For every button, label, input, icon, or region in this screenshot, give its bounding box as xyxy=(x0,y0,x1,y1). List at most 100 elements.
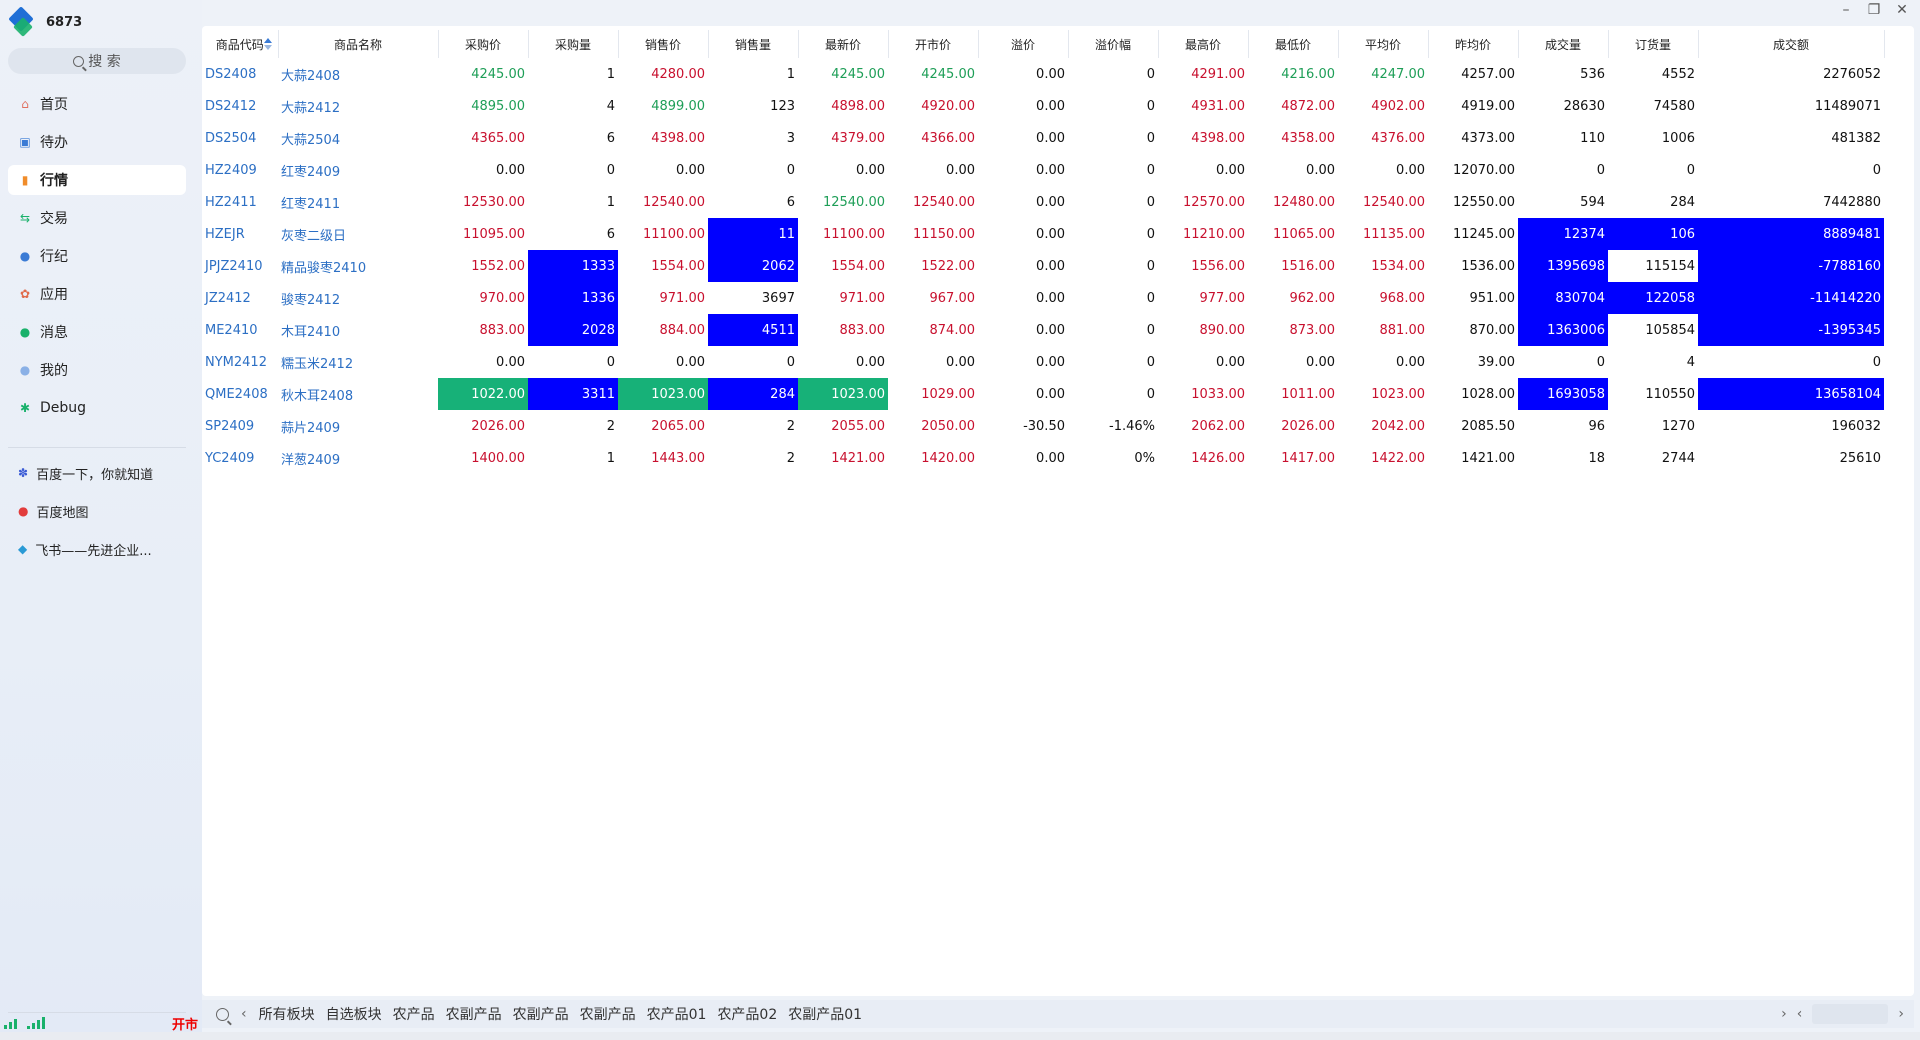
search-label: 搜 索 xyxy=(88,54,121,70)
column-header[interactable]: 溢价幅 xyxy=(1068,30,1159,58)
column-header[interactable]: 销售价 xyxy=(618,30,709,58)
table-cell: 1028.00 xyxy=(1461,386,1515,402)
market-icon: ▮ xyxy=(21,173,29,187)
column-header[interactable]: 最新价 xyxy=(798,30,889,58)
table-cell: 1 xyxy=(786,66,795,82)
table-cell: 12540.00 xyxy=(912,194,975,210)
table-row[interactable]: DS2504 大蒜2504 4365.00 6 4398.00 3 4379.00 4366.… xyxy=(202,122,1884,154)
sidebar-item-4[interactable]: ● 行纪 xyxy=(8,241,186,271)
column-header[interactable]: 商品代码 xyxy=(202,30,279,58)
sector-tab[interactable]: 农产品02 xyxy=(717,1004,777,1024)
sidebar-item-8[interactable]: ✱ Debug xyxy=(8,393,186,423)
table-row[interactable]: HZEJR 灰枣二级日 11095.00 6 11100.00 11 11100.00 111… xyxy=(202,218,1884,250)
table-row[interactable]: JZ2412 骏枣2412 970.00 1336 971.00 3697 971.00 96… xyxy=(202,282,1884,314)
table-row[interactable]: QME2408 秋木耳2408 1022.00 3311 1023.00 284 1023.… xyxy=(202,378,1884,410)
column-header[interactable]: 销售量 xyxy=(708,30,799,58)
table-row[interactable]: JPJZ2410 精品骏枣2410 1552.00 1333 1554.00 2062 15… xyxy=(202,250,1884,282)
hscroll-right-icon[interactable]: › xyxy=(1898,1006,1904,1022)
search-box[interactable]: 搜 索 xyxy=(8,48,186,74)
sector-tab[interactable]: 农副产品 xyxy=(446,1004,502,1024)
sector-tab[interactable]: 所有板块 xyxy=(259,1004,315,1024)
minimize-icon[interactable]: – xyxy=(1838,2,1854,18)
sidebar: 6873 搜 索 ⌂ 首页 ▣ 待办 ▮ 行情 ⇆ 交易 ● 行纪 ✿ 应用 ● 消息 ● 我的 ✱ Debug … xyxy=(0,0,202,1040)
sector-tab[interactable]: 农副产品 xyxy=(513,1004,569,1024)
sidebar-item-6[interactable]: ● 消息 xyxy=(8,317,186,347)
table-cell: 0% xyxy=(1134,450,1155,466)
table-cell: 2055.00 xyxy=(831,418,885,434)
table-row[interactable]: DS2412 大蒜2412 4895.00 4 4899.00 123 4898.00 492… xyxy=(202,90,1884,122)
column-header[interactable]: 订货量 xyxy=(1608,30,1699,58)
table-cell: 0.00 xyxy=(1396,354,1425,370)
sector-tab[interactable]: 农副产品 xyxy=(580,1004,636,1024)
sort-icon[interactable] xyxy=(263,38,272,50)
table-cell: 8889481 xyxy=(1698,218,1884,250)
table-cell: -7788160 xyxy=(1698,250,1884,282)
table-cell: 0 xyxy=(1146,322,1155,338)
table-cell: 971.00 xyxy=(659,290,706,306)
column-header[interactable]: 成交量 xyxy=(1518,30,1609,58)
table-cell: 110 xyxy=(1580,130,1605,146)
bookmark-item[interactable]: ◆ 飞书——先进企业... xyxy=(8,534,186,564)
column-header-label: 成交额 xyxy=(1772,37,1809,52)
column-header[interactable]: 最低价 xyxy=(1248,30,1339,58)
table-cell: 12540.00 xyxy=(642,194,705,210)
sector-tab[interactable]: 农副产品01 xyxy=(788,1004,862,1024)
table-cell: 大蒜2408 xyxy=(281,68,341,84)
column-header[interactable]: 采购价 xyxy=(438,30,529,58)
table-cell: 0 xyxy=(1146,258,1155,274)
column-header[interactable]: 最高价 xyxy=(1158,30,1249,58)
column-header-label: 最新价 xyxy=(824,37,861,52)
column-header[interactable]: 溢价 xyxy=(978,30,1069,58)
table-cell: 4902.00 xyxy=(1371,98,1425,114)
table-row[interactable]: DS2408 大蒜2408 4245.00 1 4280.00 1 4245.00 4245.… xyxy=(202,58,1884,90)
table-cell: 110550 xyxy=(1645,386,1695,402)
table-cell: 0 xyxy=(1146,386,1155,402)
table-cell: 1556.00 xyxy=(1191,258,1245,274)
sector-tab-bar: ‹ 所有板块 自选板块 农产品 农副产品 农副产品 农副产品 农产品01 农产品02 农副产品0… xyxy=(202,1000,1914,1028)
sidebar-item-7[interactable]: ● 我的 xyxy=(8,355,186,385)
column-header[interactable]: 昨均价 xyxy=(1428,30,1519,58)
restore-icon[interactable]: ❐ xyxy=(1866,2,1882,18)
table-cell: 883.00 xyxy=(839,322,886,338)
sector-tab[interactable]: 农产品 xyxy=(393,1004,435,1024)
close-icon[interactable]: ✕ xyxy=(1894,2,1910,18)
sidebar-item-1[interactable]: ▣ 待办 xyxy=(8,127,186,157)
sidebar-item-3[interactable]: ⇆ 交易 xyxy=(8,203,186,233)
hscroll-left-icon[interactable]: ‹ xyxy=(1797,1006,1803,1022)
column-header[interactable]: 采购量 xyxy=(528,30,619,58)
sector-tab[interactable]: 农产品01 xyxy=(647,1004,707,1024)
table-cell: 7442880 xyxy=(1823,194,1881,210)
sidebar-item-5[interactable]: ✿ 应用 xyxy=(8,279,186,309)
column-header[interactable]: 平均价 xyxy=(1338,30,1429,58)
table-row[interactable]: ME2410 木耳2410 883.00 2028 884.00 4511 883.00 87… xyxy=(202,314,1884,346)
tab-search-icon[interactable] xyxy=(216,1007,229,1021)
sector-tab[interactable]: 自选板块 xyxy=(326,1004,382,1024)
table-row[interactable]: SP2409 蒜片2409 2026.00 2 2065.00 2 2055.00 2050.… xyxy=(202,410,1884,442)
table-row[interactable]: HZ2411 红枣2411 12530.00 1 12540.00 6 12540.00 12… xyxy=(202,186,1884,218)
table-cell: HZEJR xyxy=(205,226,245,242)
horizontal-scrollbar[interactable] xyxy=(1812,1004,1889,1024)
table-row[interactable]: HZ2409 红枣2409 0.00 0 0.00 0 0.00 0.00 0.00 0 0.00 0… xyxy=(202,154,1884,186)
table-cell: 11150.00 xyxy=(912,226,975,242)
table-cell: 2026.00 xyxy=(471,418,525,434)
table-cell: 4898.00 xyxy=(831,98,885,114)
table-row[interactable]: NYM2412 糯玉米2412 0.00 0 0.00 0 0.00 0.00 0.00 0 0.0… xyxy=(202,346,1884,378)
table-cell: 0.00 xyxy=(496,162,525,178)
table-row[interactable]: YC2409 洋葱2409 1400.00 1 1443.00 2 1421.00 1420.… xyxy=(202,442,1884,474)
table-cell: ME2410 xyxy=(205,322,258,338)
bookmark-item[interactable]: ● 百度地图 xyxy=(8,496,186,526)
column-header[interactable]: 商品名称 xyxy=(278,30,439,58)
table-cell: 11245.00 xyxy=(1452,226,1515,242)
sidebar-item-2[interactable]: ▮ 行情 xyxy=(8,165,186,195)
table-cell: 0.00 xyxy=(676,354,705,370)
table-cell: 0.00 xyxy=(1036,162,1065,178)
table-cell: 0.00 xyxy=(1036,322,1065,338)
tab-scroll-left-icon[interactable]: ‹ xyxy=(241,1006,247,1022)
bookmark-item[interactable]: ✽ 百度一下，你就知道 xyxy=(8,458,186,488)
tab-scroll-next-icon[interactable]: › xyxy=(1781,1006,1787,1022)
table-cell: 0 xyxy=(606,354,615,370)
sidebar-item-0[interactable]: ⌂ 首页 xyxy=(8,89,186,119)
column-header[interactable]: 开市价 xyxy=(888,30,979,58)
table-cell: 4366.00 xyxy=(921,130,975,146)
column-header[interactable]: 成交额 xyxy=(1698,30,1885,58)
